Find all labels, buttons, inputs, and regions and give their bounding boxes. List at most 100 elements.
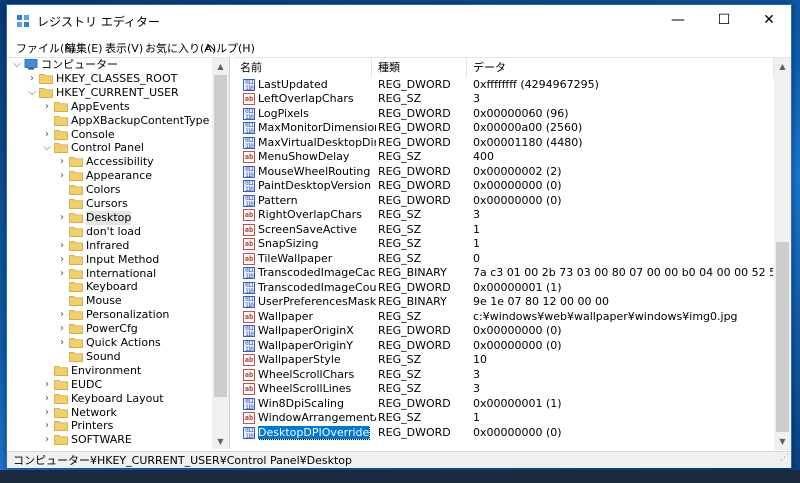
scroll-up-arrow-icon[interactable]: ▲ [212, 58, 229, 75]
tree-item[interactable]: Keyboard [7, 280, 212, 294]
menu-help[interactable]: ヘルプ(H) [205, 40, 255, 56]
value-row[interactable]: 011 110 WallpaperOriginY REG_DWORD 0x000000… [234, 339, 774, 354]
tree-item[interactable]: › International [7, 267, 212, 281]
value-row[interactable]: ab LeftOverlapChars REG_SZ 3 [234, 92, 774, 107]
collapsed-chevron-icon[interactable]: › [57, 322, 67, 336]
tree-item[interactable]: Cursors [7, 197, 212, 211]
tree-item[interactable]: Environment [7, 364, 212, 378]
tree-item[interactable]: ⌵ コンピューター [7, 58, 212, 72]
collapsed-chevron-icon[interactable]: › [57, 308, 67, 322]
tree-item[interactable]: › SOFTWARE [7, 433, 212, 447]
expanded-chevron-icon[interactable]: ⌵ [27, 86, 37, 100]
collapsed-chevron-icon[interactable]: › [57, 267, 67, 281]
title-bar[interactable]: レジストリ エディター — ☐ ✕ [7, 5, 791, 36]
minimize-button[interactable]: — [655, 5, 701, 36]
tree-item[interactable]: › EUDC [7, 378, 212, 392]
menu-edit[interactable]: 編集(E) [65, 40, 103, 56]
column-header-type[interactable]: 種類 [372, 58, 467, 78]
value-row[interactable]: 011 110 MouseWheelRouting REG_DWORD 0x00000… [234, 165, 774, 180]
tree-item[interactable]: don't load [7, 225, 212, 239]
tree-item[interactable]: › PowerCfg [7, 322, 212, 336]
folder-icon [69, 282, 83, 293]
binary-value-icon: 011 110 [243, 296, 255, 309]
column-header-data[interactable]: データ [467, 58, 774, 78]
resize-grip-icon[interactable]: ⋰ [780, 450, 789, 467]
expanded-chevron-icon[interactable]: ⌵ [42, 141, 52, 155]
collapsed-chevron-icon[interactable]: › [42, 447, 52, 449]
tree-item[interactable]: › System [7, 447, 212, 449]
tree-scroll-thumb[interactable] [214, 75, 227, 397]
value-row[interactable]: 011 110 Pattern REG_DWORD 0x00000000 (0) [234, 194, 774, 209]
value-row[interactable]: 011 110 Win8DpiScaling REG_DWORD 0x00000001… [234, 397, 774, 412]
maximize-button[interactable]: ☐ [701, 5, 747, 36]
close-button[interactable]: ✕ [746, 5, 792, 36]
tree-item[interactable]: › Infrared [7, 239, 212, 253]
tree-item[interactable]: Mouse [7, 294, 212, 308]
value-row[interactable]: 011 110 DesktopDPIOverride REG_DWORD 0x0000… [234, 425, 774, 441]
value-row[interactable]: ab WheelScrollLines REG_SZ 3 [234, 382, 774, 397]
tree-item[interactable]: › Desktop [7, 210, 212, 225]
tree-item[interactable]: › Personalization [7, 308, 212, 322]
value-row[interactable]: 011 110 UserPreferencesMask REG_BINARY 9e 1… [234, 295, 774, 310]
tree-item[interactable]: › Printers [7, 419, 212, 433]
expanded-chevron-icon[interactable]: ⌵ [12, 58, 22, 72]
tree-item[interactable]: › HKEY_CLASSES_ROOT [7, 72, 212, 86]
value-row[interactable]: ab SnapSizing REG_SZ 1 [234, 237, 774, 252]
value-row[interactable]: 011 110TranscodedImageCacheREG_BINARY 7a … [234, 266, 774, 281]
tree-item[interactable]: › Quick Actions [7, 336, 212, 350]
collapsed-chevron-icon[interactable]: › [42, 378, 52, 392]
scroll-down-arrow-icon[interactable]: ▼ [212, 433, 229, 449]
key-tree-pane[interactable]: ▲ ▼ ⌵ コンピューター › HKEY_CLASSES_ROOT ⌵ HKEY_CURR… [7, 57, 230, 449]
value-name-cell: LeftOverlapChars [258, 92, 376, 106]
collapsed-chevron-icon[interactable]: › [57, 336, 67, 350]
collapsed-chevron-icon[interactable]: › [57, 253, 67, 267]
value-row[interactable]: ab WallpaperStyle REG_SZ 10 [234, 353, 774, 368]
list-scroll-thumb[interactable] [776, 242, 789, 432]
value-row[interactable]: ab ScreenSaveActive REG_SZ 1 [234, 223, 774, 238]
collapsed-chevron-icon[interactable]: › [42, 392, 52, 406]
collapsed-chevron-icon[interactable]: › [42, 100, 52, 114]
tree-item[interactable]: AppXBackupContentType [7, 114, 212, 128]
tree-item[interactable]: › Appearance [7, 169, 212, 183]
value-row[interactable]: 011 110 TranscodedImageCount REG_DWORD 0x00… [234, 281, 774, 296]
list-scroll-up-arrow-icon[interactable]: ▲ [774, 58, 791, 75]
collapsed-chevron-icon[interactable]: › [27, 72, 37, 86]
tree-item[interactable]: › AppEvents [7, 100, 212, 114]
value-row[interactable]: 011 110 LogPixels REG_DWORD 0x00000060 (96) [234, 107, 774, 122]
tree-item[interactable]: › Keyboard Layout [7, 392, 212, 406]
folder-icon [69, 240, 83, 251]
list-vertical-scrollbar[interactable]: ▲ ▼ [774, 58, 791, 450]
menu-view[interactable]: 表示(V) [105, 40, 143, 56]
value-row[interactable]: 011 110MaxVirtualDesktopDimensi...REG_DW… [234, 136, 774, 151]
value-row[interactable]: ab MenuShowDelay REG_SZ 400 [234, 150, 774, 165]
value-list-pane[interactable]: 名前 種類 データ ▲ ▼ 011 110 LastUpdated REG_DWOR… [234, 57, 791, 450]
collapsed-chevron-icon[interactable]: › [57, 169, 67, 183]
tree-item[interactable]: › Accessibility [7, 155, 212, 169]
collapsed-chevron-icon[interactable]: › [57, 155, 67, 169]
value-row[interactable]: ab WheelScrollChars REG_SZ 3 [234, 368, 774, 383]
value-row[interactable]: ab TileWallpaper REG_SZ 0 [234, 252, 774, 267]
collapsed-chevron-icon[interactable]: › [42, 433, 52, 447]
collapsed-chevron-icon[interactable]: › [42, 406, 52, 420]
collapsed-chevron-icon[interactable]: › [42, 128, 52, 142]
tree-item[interactable]: ⌵ HKEY_CURRENT_USER [7, 86, 212, 100]
value-row[interactable]: 011 110 LastUpdated REG_DWORD 0xffffffff (4… [234, 78, 774, 93]
tree-item[interactable]: › Console [7, 128, 212, 142]
collapsed-chevron-icon[interactable]: › [42, 419, 52, 433]
tree-item[interactable]: › Input Method [7, 253, 212, 267]
tree-vertical-scrollbar[interactable]: ▲ ▼ [212, 58, 229, 449]
value-row[interactable]: ab RightOverlapChars REG_SZ 3 [234, 208, 774, 223]
list-scroll-down-arrow-icon[interactable]: ▼ [774, 433, 791, 450]
value-row[interactable]: 011 110 MaxMonitorDimension REG_DWORD 0x000… [234, 121, 774, 136]
value-row[interactable]: 011 110 WallpaperOriginX REG_DWORD 0x000000… [234, 324, 774, 339]
tree-item[interactable]: ⌵ Control Panel [7, 141, 212, 155]
value-row[interactable]: ab Wallpaper REG_SZ c:¥windows¥web¥wallpape… [234, 310, 774, 325]
tree-item[interactable]: Colors [7, 183, 212, 197]
column-header-name[interactable]: 名前 [234, 58, 372, 78]
tree-item[interactable]: Sound [7, 350, 212, 364]
tree-item[interactable]: › Network [7, 406, 212, 420]
value-row[interactable]: abWindowArrangementActiveREG_SZ 1 [234, 411, 774, 426]
collapsed-chevron-icon[interactable]: › [57, 211, 67, 225]
collapsed-chevron-icon[interactable]: › [57, 239, 67, 253]
value-row[interactable]: 011 110 PaintDesktopVersion REG_DWORD 0x000… [234, 179, 774, 194]
